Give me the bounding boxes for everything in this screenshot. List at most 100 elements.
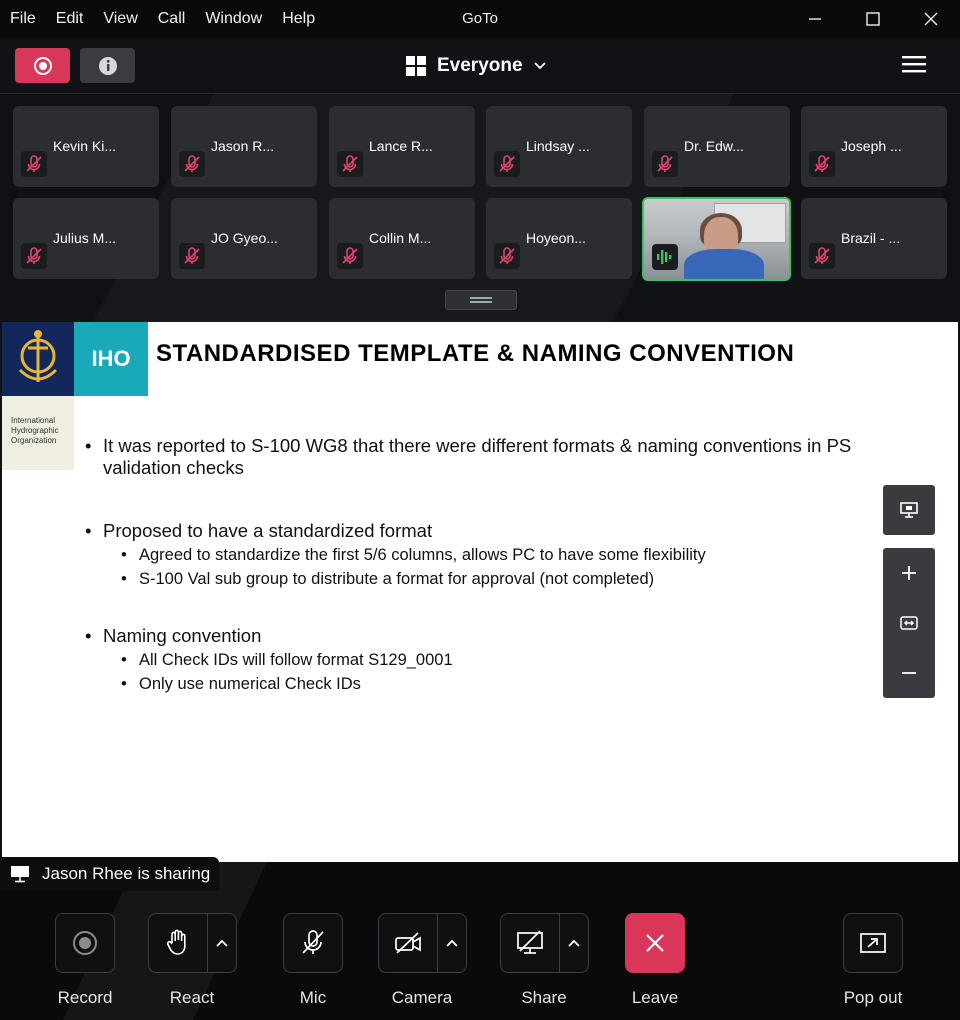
menu-icon[interactable] xyxy=(900,54,928,78)
menu-help[interactable]: Help xyxy=(272,0,325,38)
mic-muted-icon xyxy=(809,151,835,177)
minus-icon xyxy=(902,672,916,674)
participant-name: Julius M... xyxy=(53,230,117,246)
camera-off-icon xyxy=(395,932,421,954)
mic-muted-icon xyxy=(21,151,47,177)
minimize-icon xyxy=(809,18,821,20)
participant-name: JO Gyeo... xyxy=(211,230,278,246)
participant-tile[interactable]: Jason R... xyxy=(171,106,317,187)
participant-name: Brazil - ... xyxy=(841,230,901,246)
fit-width-icon xyxy=(900,616,918,630)
participant-tile[interactable]: Dr. Edw... xyxy=(644,106,790,187)
share-options-button[interactable] xyxy=(559,914,588,972)
record-icon xyxy=(33,56,52,75)
iho-emblem-logo xyxy=(2,322,74,396)
screen-view-button[interactable] xyxy=(883,485,935,535)
pop-out-button[interactable] xyxy=(843,913,903,973)
pop-out-label: Pop out xyxy=(843,988,903,1007)
sub-bullet-item: All Check IDs will follow format S129_00… xyxy=(85,648,885,672)
close-window-button[interactable] xyxy=(902,0,960,38)
bullet-item: Proposed to have a standardized format xyxy=(85,520,885,542)
camera-button[interactable] xyxy=(378,913,467,973)
info-icon xyxy=(98,56,117,75)
recording-indicator-button[interactable] xyxy=(15,48,70,83)
menu-call[interactable]: Call xyxy=(148,0,196,38)
camera-label: Camera xyxy=(391,988,453,1007)
video-person-body xyxy=(684,249,764,279)
share-button[interactable] xyxy=(500,913,589,973)
bullet-item: Naming convention xyxy=(85,625,885,647)
participant-tile[interactable]: Kevin Ki... xyxy=(13,106,159,187)
record-icon xyxy=(73,931,97,955)
menu-view[interactable]: View xyxy=(93,0,147,38)
org-line: Hydrographic xyxy=(11,426,59,435)
menu-window[interactable]: Window xyxy=(195,0,272,38)
participant-name: Kevin Ki... xyxy=(53,138,117,154)
mic-muted-icon xyxy=(337,151,363,177)
participant-name: Jason R... xyxy=(211,138,275,154)
participant-name: Lindsay ... xyxy=(526,138,590,154)
bullet-item: It was reported to S-100 WG8 that there … xyxy=(85,435,885,479)
info-button[interactable] xyxy=(80,48,135,83)
participant-name: Joseph ... xyxy=(841,138,902,154)
react-button[interactable] xyxy=(148,913,237,973)
participant-tile[interactable]: Joseph ... xyxy=(801,106,947,187)
organization-name-block: International Hydrographic Organization xyxy=(2,396,74,470)
mic-muted-icon xyxy=(494,151,520,177)
mic-muted-icon xyxy=(302,930,324,954)
mic-muted-icon xyxy=(179,151,205,177)
org-line: International xyxy=(11,416,56,425)
fit-to-width-button[interactable] xyxy=(883,598,935,648)
speaking-indicator-icon xyxy=(652,244,678,270)
mic-muted-icon xyxy=(652,151,678,177)
participant-tile[interactable]: Lindsay ... xyxy=(486,106,632,187)
participant-tile[interactable]: Hoyeon... xyxy=(486,198,632,279)
iho-logo-text: IHO xyxy=(74,322,148,396)
top-toolbar: Everyone xyxy=(0,38,960,94)
slide-title: STANDARDISED TEMPLATE & NAMING CONVENTIO… xyxy=(156,340,795,367)
view-selector[interactable]: Everyone xyxy=(405,50,547,82)
participant-name: Lance R... xyxy=(369,138,433,154)
mic-muted-icon xyxy=(494,243,520,269)
participant-tile[interactable]: JO Gyeo... xyxy=(171,198,317,279)
camera-options-button[interactable] xyxy=(437,914,466,972)
mic-button[interactable] xyxy=(283,913,343,973)
react-options-button[interactable] xyxy=(207,914,236,972)
zoom-out-button[interactable] xyxy=(883,648,935,698)
iho-logo-label: IHO xyxy=(91,346,131,371)
slide-bullets: It was reported to S-100 WG8 that there … xyxy=(85,435,885,696)
sharing-status-bar: Jason Rhee is sharing xyxy=(0,857,219,891)
screen-share-icon xyxy=(11,866,29,883)
share-label: Share xyxy=(521,988,567,1007)
menu-file[interactable]: File xyxy=(0,0,46,38)
zoom-in-button[interactable] xyxy=(883,548,935,598)
leave-button[interactable] xyxy=(625,913,685,973)
maximize-button[interactable] xyxy=(844,0,902,38)
share-screen-off-icon xyxy=(517,930,543,954)
menu-edit[interactable]: Edit xyxy=(46,0,94,38)
sub-bullet-item: Agreed to standardize the first 5/6 colu… xyxy=(85,543,885,567)
chevron-down-icon xyxy=(533,62,546,70)
chevron-up-icon xyxy=(568,939,580,947)
resize-grip-handle[interactable] xyxy=(445,290,517,310)
shared-screen: IHO International Hydrographic Organizat… xyxy=(2,322,958,862)
app-window: File Edit View Call Window Help GoTo Eve… xyxy=(0,0,960,1020)
record-button[interactable] xyxy=(55,913,115,973)
pop-out-icon xyxy=(860,933,886,953)
participant-tile[interactable]: Lance R... xyxy=(329,106,475,187)
record-label: Record xyxy=(57,988,113,1007)
react-label: React xyxy=(169,988,215,1007)
zoom-controls xyxy=(883,548,935,698)
sub-bullet-item: S-100 Val sub group to distribute a form… xyxy=(85,567,885,591)
participant-tile[interactable]: Julius M... xyxy=(13,198,159,279)
grid-view-icon xyxy=(406,56,426,76)
participant-tile[interactable]: Brazil - ... xyxy=(801,198,947,279)
mic-muted-icon xyxy=(809,243,835,269)
participant-tile[interactable]: Collin M... xyxy=(329,198,475,279)
participant-name: Dr. Edw... xyxy=(684,138,744,154)
participant-video-tile[interactable] xyxy=(642,197,791,281)
raise-hand-icon xyxy=(166,929,186,955)
minimize-button[interactable] xyxy=(786,0,844,38)
mic-muted-icon xyxy=(179,243,205,269)
sub-bullet-item: Only use numerical Check IDs xyxy=(85,672,885,696)
